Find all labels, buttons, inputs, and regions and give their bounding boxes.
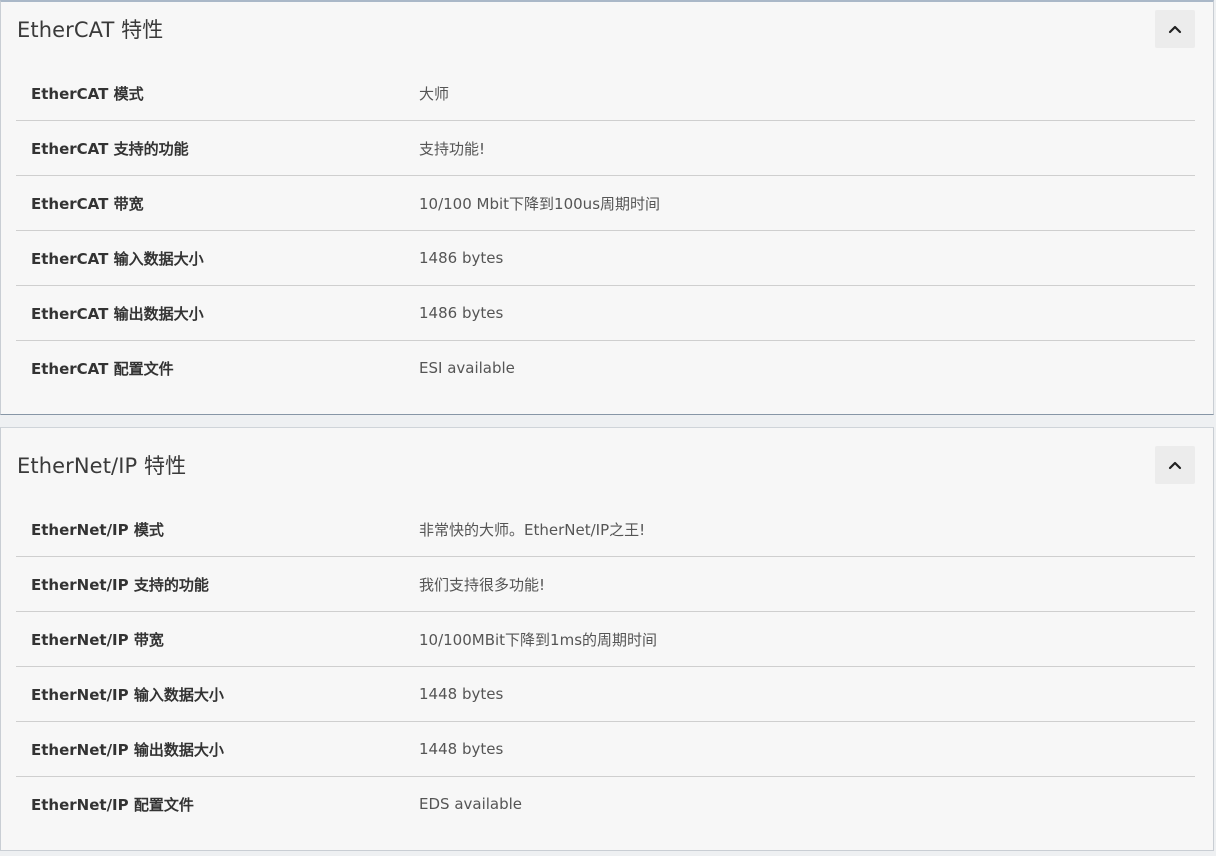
property-list: EtherCAT 模式 大师 EtherCAT 支持的功能 支持功能! Ethe… [16, 66, 1195, 395]
ethernetip-section: EtherNet/IP 特性 EtherNet/IP 模式 非常快的大师。Eth… [0, 427, 1214, 851]
property-value: 1448 bytes [419, 685, 504, 703]
property-value: EDS available [419, 795, 523, 813]
property-value: 10/100 Mbit下降到100us周期时间 [419, 194, 661, 213]
property-row: EtherCAT 模式 大师 [16, 66, 1195, 121]
section-header: EtherNet/IP 特性 [1, 428, 1213, 492]
property-list: EtherNet/IP 模式 非常快的大师。EtherNet/IP之王! Eth… [16, 502, 1195, 831]
property-value: 非常快的大师。EtherNet/IP之王! [419, 520, 646, 539]
property-value: 1448 bytes [419, 740, 504, 758]
property-label: EtherCAT 支持的功能 [31, 139, 189, 158]
property-label: EtherCAT 模式 [31, 84, 144, 103]
property-label: EtherNet/IP 输出数据大小 [31, 740, 224, 759]
property-value: 1486 bytes [419, 249, 504, 267]
section-title: EtherNet/IP 特性 [17, 454, 187, 478]
chevron-up-icon [1168, 460, 1182, 470]
property-row: EtherNet/IP 输入数据大小 1448 bytes [16, 667, 1195, 722]
collapse-button[interactable] [1155, 446, 1195, 484]
property-row: EtherNet/IP 模式 非常快的大师。EtherNet/IP之王! [16, 502, 1195, 557]
property-row: EtherCAT 输入数据大小 1486 bytes [16, 231, 1195, 286]
property-row: EtherNet/IP 配置文件 EDS available [16, 777, 1195, 831]
property-row: EtherNet/IP 带宽 10/100MBit下降到1ms的周期时间 [16, 612, 1195, 667]
property-row: EtherNet/IP 输出数据大小 1448 bytes [16, 722, 1195, 777]
property-value: 1486 bytes [419, 304, 504, 322]
property-label: EtherCAT 配置文件 [31, 359, 174, 378]
property-label: EtherNet/IP 输入数据大小 [31, 685, 224, 704]
property-label: EtherCAT 输出数据大小 [31, 304, 204, 323]
property-row: EtherCAT 输出数据大小 1486 bytes [16, 286, 1195, 341]
collapse-button[interactable] [1155, 10, 1195, 48]
chevron-up-icon [1168, 24, 1182, 34]
property-value: 10/100MBit下降到1ms的周期时间 [419, 630, 658, 649]
property-value: 支持功能! [419, 139, 486, 158]
property-label: EtherNet/IP 支持的功能 [31, 575, 209, 594]
property-row: EtherCAT 支持的功能 支持功能! [16, 121, 1195, 176]
property-row: EtherCAT 带宽 10/100 Mbit下降到100us周期时间 [16, 176, 1195, 231]
property-value: 大师 [419, 84, 450, 103]
section-title: EtherCAT 特性 [17, 18, 164, 42]
property-label: EtherNet/IP 配置文件 [31, 795, 194, 814]
property-value: 我们支持很多功能! [419, 575, 546, 594]
ethercat-section: EtherCAT 特性 EtherCAT 模式 大师 EtherCAT 支持的功… [0, 0, 1214, 415]
section-header: EtherCAT 特性 [1, 2, 1213, 56]
property-label: EtherNet/IP 模式 [31, 520, 164, 539]
property-label: EtherCAT 带宽 [31, 194, 144, 213]
property-value: ESI available [419, 359, 515, 377]
property-label: EtherNet/IP 带宽 [31, 630, 164, 649]
property-label: EtherCAT 输入数据大小 [31, 249, 204, 268]
property-row: EtherNet/IP 支持的功能 我们支持很多功能! [16, 557, 1195, 612]
property-row: EtherCAT 配置文件 ESI available [16, 341, 1195, 395]
